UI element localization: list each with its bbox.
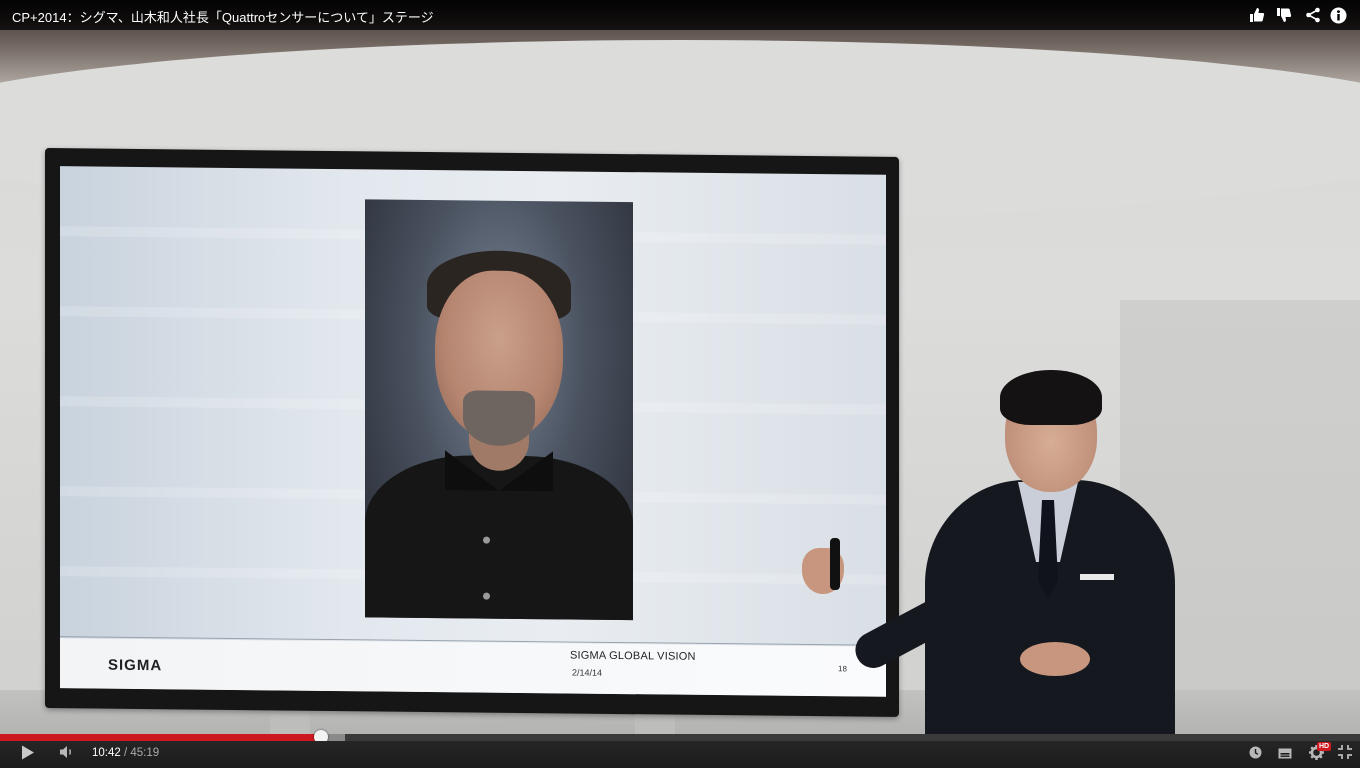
slide-footer-title: SIGMA GLOBAL VISION	[570, 649, 696, 663]
presenter	[800, 370, 1200, 738]
slide-footer	[60, 638, 886, 697]
annotations-button[interactable]	[1274, 741, 1296, 768]
time-display: 10:42 / 45:19	[92, 747, 159, 759]
share-icon[interactable]	[1303, 5, 1323, 25]
time-separator: /	[123, 747, 128, 759]
presenter-hair	[1000, 370, 1102, 425]
presentation-monitor: SIGMA SIGMA GLOBAL VISION 2/14/14 18	[45, 148, 899, 717]
clock-icon	[1249, 746, 1262, 764]
play-icon	[21, 745, 35, 765]
thumbs-down-icon[interactable]	[1274, 5, 1294, 25]
video-frame[interactable]: SIGMA SIGMA GLOBAL VISION 2/14/14 18	[0, 0, 1360, 738]
portrait-shirt-button	[483, 536, 490, 544]
progress-played	[0, 734, 321, 741]
current-time: 10:42	[92, 747, 121, 759]
control-bar: 10:42 / 45:19 HD	[0, 741, 1360, 768]
presentation-slide: SIGMA SIGMA GLOBAL VISION 2/14/14 18	[60, 166, 886, 697]
presenter-pocket-square	[1080, 574, 1114, 580]
portrait-beard	[463, 390, 535, 447]
exit-fullscreen-button[interactable]	[1334, 741, 1356, 768]
thumbs-up-icon[interactable]	[1247, 5, 1267, 25]
exit-fullscreen-icon	[1338, 745, 1352, 764]
progress-bar[interactable]	[0, 730, 1360, 744]
mute-button[interactable]	[54, 741, 80, 768]
video-title[interactable]: CP+2014：シグマ、山木和人社長「Quattroセンサーについて」ステージ	[12, 7, 434, 26]
portrait-shirt	[365, 454, 633, 621]
presenter-remote	[830, 538, 840, 590]
video-player[interactable]: SIGMA SIGMA GLOBAL VISION 2/14/14 18 CP+…	[0, 0, 1360, 768]
presenter-hand	[1020, 642, 1090, 676]
info-icon[interactable]	[1328, 5, 1348, 25]
watch-later-button[interactable]	[1244, 741, 1266, 768]
portrait-shirt-button	[483, 592, 490, 600]
portrait-photo	[365, 199, 633, 621]
play-button[interactable]	[14, 741, 42, 768]
slide-date: 2/14/14	[572, 667, 603, 678]
hd-quality-badge: HD	[1317, 742, 1332, 751]
title-bar: CP+2014：シグマ、山木和人社長「Quattroセンサーについて」ステージ	[0, 0, 1360, 30]
slide-brand-logo: SIGMA	[108, 656, 163, 675]
volume-icon	[59, 745, 75, 764]
video-duration: 45:19	[130, 747, 160, 759]
subtitles-icon	[1278, 746, 1292, 764]
